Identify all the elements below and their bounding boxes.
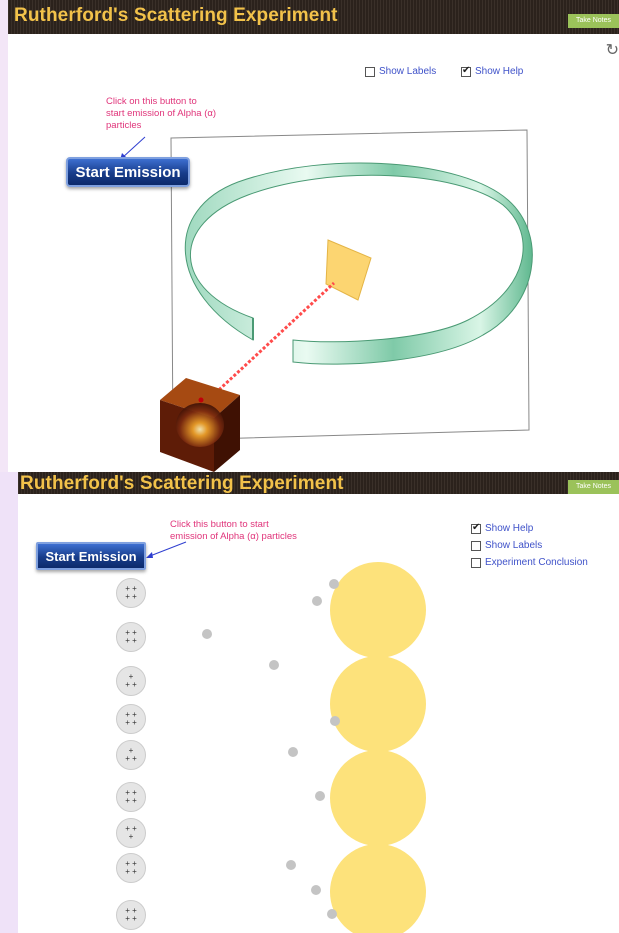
alpha-particle (311, 885, 321, 895)
experiment-panel-3d: Rutherford's Scattering Experiment Take … (0, 0, 619, 472)
alpha-source-atom: + + + + (116, 900, 146, 930)
alpha-source-atom: + + + + (116, 853, 146, 883)
gold-nucleus (330, 844, 426, 933)
hint-arrow (149, 541, 187, 557)
show-help-label: Show Help (485, 523, 534, 534)
alpha-source-atom: + + + (116, 740, 146, 770)
alpha-particle (288, 747, 298, 757)
gold-nucleus (330, 750, 426, 846)
alpha-source-atom: + + + + (116, 578, 146, 608)
experiment-conclusion-checkbox[interactable]: Experiment Conclusion (471, 557, 588, 568)
simulation-area: Rutherford's Scattering Experiment Take … (18, 472, 619, 933)
source-glow (176, 403, 224, 447)
alpha-source-atom: + + + (116, 818, 146, 848)
alpha-particle (329, 579, 339, 589)
alpha-particle (269, 660, 279, 670)
start-emission-button[interactable]: Start Emission (66, 157, 190, 187)
show-labels-label: Show Labels (485, 540, 543, 551)
show-labels-checkbox[interactable]: Show Labels (471, 540, 542, 551)
hint-arrow (121, 136, 146, 159)
alpha-particle (315, 791, 325, 801)
source-aperture (198, 397, 204, 403)
apparatus-illustration (120, 129, 533, 472)
checkbox-box[interactable] (471, 540, 481, 551)
hint-arrow-head (146, 552, 153, 558)
alpha-particle (312, 596, 322, 606)
gold-nucleus (330, 562, 426, 658)
experiment-conclusion-label: Experiment Conclusion (485, 557, 588, 568)
alpha-source-atom: + + + (116, 666, 146, 696)
alpha-particle (330, 716, 340, 726)
checkbox-box[interactable] (471, 557, 481, 568)
alpha-source-atom: + + + + (116, 782, 146, 812)
alpha-source-atom: + + + + (116, 622, 146, 652)
checkbox-box-checked[interactable] (471, 522, 481, 534)
alpha-source-atom: + + + + (116, 704, 146, 734)
alpha-particle (286, 860, 296, 870)
start-emission-button[interactable]: Start Emission (36, 542, 146, 570)
show-help-checkbox[interactable]: Show Help (471, 522, 534, 534)
alpha-particle (202, 629, 212, 639)
experiment-panel-2d: Rutherford's Scattering Experiment Take … (0, 472, 619, 933)
alpha-particle (327, 909, 337, 919)
gold-nucleus (330, 656, 426, 752)
